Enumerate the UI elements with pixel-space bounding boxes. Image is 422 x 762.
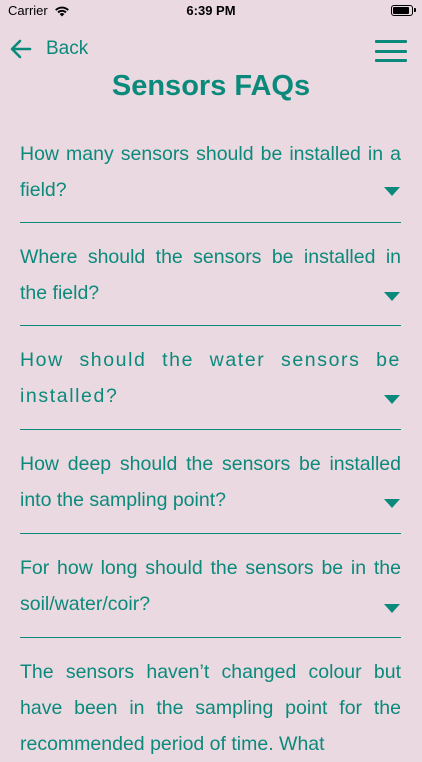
faq-question: How should the water sensors be installe…	[20, 349, 401, 407]
status-bar: Carrier 6:39 PM	[0, 0, 422, 22]
faq-item[interactable]: The sensors haven’t changed colour but h…	[20, 638, 401, 762]
chevron-down-icon	[384, 499, 400, 508]
faq-item[interactable]: Where should the sensors be installed in…	[20, 223, 401, 326]
faq-item[interactable]: For how long should the sensors be in th…	[20, 534, 401, 638]
faq-question: How deep should the sensors be installed…	[20, 453, 401, 511]
faq-question: The sensors haven’t changed colour but h…	[20, 661, 401, 755]
page-title: Sensors FAQs	[111, 70, 311, 102]
menu-line	[375, 40, 407, 43]
faq-item[interactable]: How should the water sensors be installe…	[20, 326, 401, 430]
faq-item[interactable]: How deep should the sensors be installed…	[20, 430, 401, 534]
nav-bar: Back	[0, 36, 422, 66]
chevron-down-icon	[384, 395, 400, 404]
back-button[interactable]: Back	[10, 38, 88, 60]
chevron-down-icon	[384, 604, 400, 613]
hamburger-menu-icon[interactable]	[375, 40, 407, 62]
back-label: Back	[46, 38, 89, 59]
menu-line	[375, 49, 407, 53]
faq-list: How many sensors should be installed in …	[20, 120, 401, 762]
arrow-left-icon	[10, 39, 32, 59]
faq-question: For how long should the sensors be in th…	[20, 557, 401, 615]
chevron-down-icon	[384, 187, 400, 196]
battery-icon	[391, 5, 416, 16]
chevron-down-icon	[384, 292, 400, 301]
menu-line	[375, 59, 407, 62]
faq-question: How many sensors should be installed in …	[20, 143, 401, 201]
status-time: 6:39 PM	[186, 3, 236, 18]
faq-item[interactable]: How many sensors should be installed in …	[20, 120, 401, 223]
faq-question: Where should the sensors be installed in…	[20, 246, 401, 304]
